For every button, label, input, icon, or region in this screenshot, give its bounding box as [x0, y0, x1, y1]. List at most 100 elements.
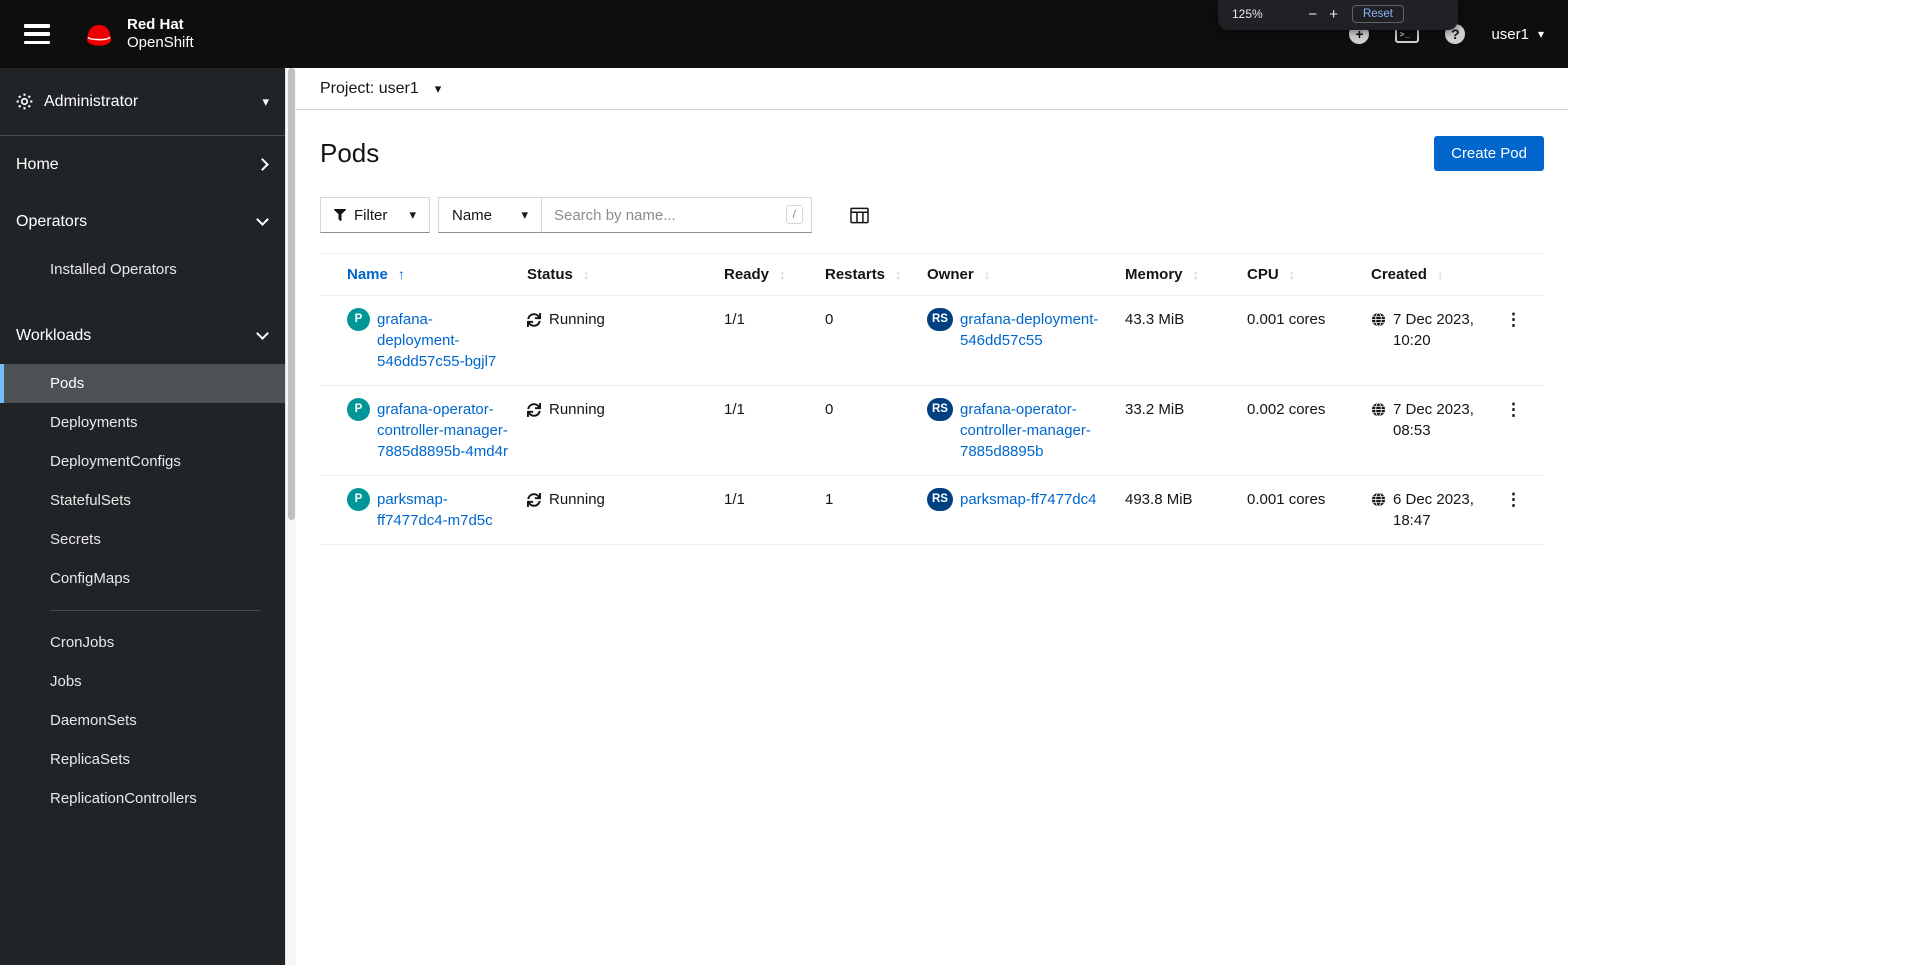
column-header-ready[interactable]: Ready ↕ — [724, 253, 825, 296]
sort-icon: ↕ — [983, 267, 991, 282]
sidebar-item-operators[interactable]: Operators — [0, 193, 285, 250]
status-text: Running — [549, 491, 605, 508]
sidebar-item-secrets[interactable]: Secrets — [0, 520, 285, 559]
sidebar-item-jobs[interactable]: Jobs — [0, 662, 285, 701]
brand-line1: Red Hat — [127, 16, 184, 33]
project-bar: Project: user1 ▾ — [296, 68, 1568, 110]
sidebar-item-replicasets[interactable]: ReplicaSets — [0, 740, 285, 779]
manage-columns-button[interactable] — [850, 207, 869, 224]
project-selector[interactable]: Project: user1 ▾ — [320, 80, 441, 98]
column-header-restarts[interactable]: Restarts ↕ — [825, 253, 927, 296]
globe-timestamp-icon — [1371, 312, 1386, 327]
scrollbar-thumb[interactable] — [288, 68, 295, 520]
brand-line2: OpenShift — [127, 34, 194, 51]
sort-icon: ↕ — [582, 267, 590, 282]
restarts-cell: 0 — [825, 385, 927, 476]
zoom-reset-button[interactable]: Reset — [1351, 5, 1404, 23]
status-text: Running — [549, 401, 605, 418]
chevron-right-icon — [256, 158, 269, 171]
pods-table: Name ↑ Status ↕ Ready ↕ Restarts ↕ Owner ↕ Me… — [320, 253, 1544, 545]
redhat-fedora-icon — [86, 24, 112, 46]
pod-link[interactable]: grafana-operator-controller-manager-7885… — [377, 399, 511, 462]
search-attribute-label: Name — [452, 206, 493, 224]
memory-cell: 43.3 MiB — [1125, 295, 1247, 386]
create-pod-button[interactable]: Create Pod — [1434, 136, 1544, 171]
pod-badge: P — [347, 308, 370, 331]
sync-icon — [527, 492, 541, 507]
gear-icon — [16, 93, 33, 110]
table-row: P grafana-operator-controller-manager-78… — [320, 385, 1544, 476]
nav-label: Operators — [16, 212, 88, 230]
nav-toggle-button[interactable] — [24, 24, 50, 44]
sidebar-item-installed-operators[interactable]: Installed Operators — [0, 250, 285, 289]
replicaset-badge: RS — [927, 308, 953, 331]
search-group: Name ▾ / — [438, 197, 812, 233]
table-header-row: Name ↑ Status ↕ Ready ↕ Restarts ↕ Owner ↕ Me… — [320, 253, 1544, 296]
owner-link[interactable]: parksmap-ff7477dc4 — [960, 489, 1109, 510]
cpu-cell: 0.002 cores — [1247, 385, 1371, 476]
masthead: Red Hat OpenShift + >_ ? user1 ▾ 125% − … — [0, 0, 1568, 68]
page-header: Pods Create Pod — [296, 110, 1568, 191]
project-selector-label: Project: user1 — [320, 79, 419, 97]
caret-down-icon: ▾ — [1537, 27, 1544, 41]
created-text: 6 Dec 2023, 18:47 — [1393, 491, 1474, 529]
sync-icon — [527, 312, 541, 327]
search-input[interactable] — [542, 197, 812, 233]
pod-link[interactable]: parksmap-ff7477dc4-m7d5c — [377, 489, 511, 531]
sidebar-scrollbar[interactable] — [285, 68, 296, 965]
nav-label: Workloads — [16, 326, 92, 344]
kebab-menu-button[interactable]: ⋮ — [1499, 489, 1528, 510]
sort-icon: ↕ — [1436, 267, 1444, 282]
column-header-memory[interactable]: Memory ↕ — [1125, 253, 1247, 296]
sidebar-item-deployments[interactable]: Deployments — [0, 403, 285, 442]
chevron-down-icon — [256, 327, 269, 340]
user-menu[interactable]: user1 ▾ — [1491, 26, 1544, 43]
owner-link[interactable]: grafana-deployment-546dd57c55 — [960, 309, 1109, 351]
main-content: Project: user1 ▾ Pods Create Pod Filter … — [296, 68, 1568, 965]
zoom-in-button[interactable]: + — [1323, 5, 1344, 24]
kebab-menu-button[interactable]: ⋮ — [1499, 399, 1528, 420]
sidebar-item-pods[interactable]: Pods — [0, 364, 285, 403]
pod-link[interactable]: grafana-deployment-546dd57c55-bgjl7 — [377, 309, 511, 372]
restarts-cell: 1 — [825, 475, 927, 545]
ready-cell: 1/1 — [724, 385, 825, 476]
sidebar-item-daemonsets[interactable]: DaemonSets — [0, 701, 285, 740]
sidebar-item-statefulsets[interactable]: StatefulSets — [0, 481, 285, 520]
column-header-cpu[interactable]: CPU ↕ — [1247, 253, 1371, 296]
search-attribute-dropdown[interactable]: Name ▾ — [438, 197, 542, 233]
filter-icon — [334, 209, 346, 221]
perspective-switcher[interactable]: Administrator ▾ — [0, 68, 285, 136]
table-row: P grafana-deployment-546dd57c55-bgjl7 Ru… — [320, 295, 1544, 386]
sort-icon: ↕ — [1288, 267, 1296, 282]
sort-icon: ↕ — [779, 267, 786, 282]
replicaset-badge: RS — [927, 488, 953, 511]
kebab-menu-button[interactable]: ⋮ — [1499, 309, 1528, 330]
sort-asc-icon: ↑ — [397, 266, 405, 282]
sidebar-item-replicationcontrollers[interactable]: ReplicationControllers — [0, 779, 285, 818]
sidebar-item-workloads[interactable]: Workloads — [0, 307, 285, 364]
column-header-owner[interactable]: Owner ↕ — [927, 253, 1125, 296]
restarts-cell: 0 — [825, 295, 927, 386]
owner-link[interactable]: grafana-operator-controller-manager-7885… — [960, 399, 1109, 462]
created-text: 7 Dec 2023, 08:53 — [1393, 401, 1474, 439]
cpu-cell: 0.001 cores — [1247, 295, 1371, 386]
nav-list: Home Operators Installed Operators Workl… — [0, 136, 285, 818]
column-header-created[interactable]: Created ↕ — [1371, 253, 1499, 296]
page-title: Pods — [320, 138, 380, 168]
filter-label: Filter — [354, 206, 388, 224]
memory-cell: 33.2 MiB — [1125, 385, 1247, 476]
column-header-name[interactable]: Name ↑ — [320, 253, 527, 296]
sidebar-item-configmaps[interactable]: ConfigMaps — [0, 559, 285, 598]
globe-timestamp-icon — [1371, 492, 1386, 507]
operators-sub-list: Installed Operators — [0, 250, 285, 289]
cpu-cell: 0.001 cores — [1247, 475, 1371, 545]
sidebar-item-home[interactable]: Home — [0, 136, 285, 193]
zoom-out-button[interactable]: − — [1302, 5, 1323, 24]
sidebar-item-cronjobs[interactable]: CronJobs — [0, 623, 285, 662]
filter-dropdown[interactable]: Filter ▾ — [320, 197, 430, 233]
sidebar-item-deploymentconfigs[interactable]: DeploymentConfigs — [0, 442, 285, 481]
table-row: P parksmap-ff7477dc4-m7d5c Running 1/1 1 — [320, 475, 1544, 545]
column-header-status[interactable]: Status ↕ — [527, 253, 724, 296]
ready-cell: 1/1 — [724, 295, 825, 386]
pod-badge: P — [347, 488, 370, 511]
